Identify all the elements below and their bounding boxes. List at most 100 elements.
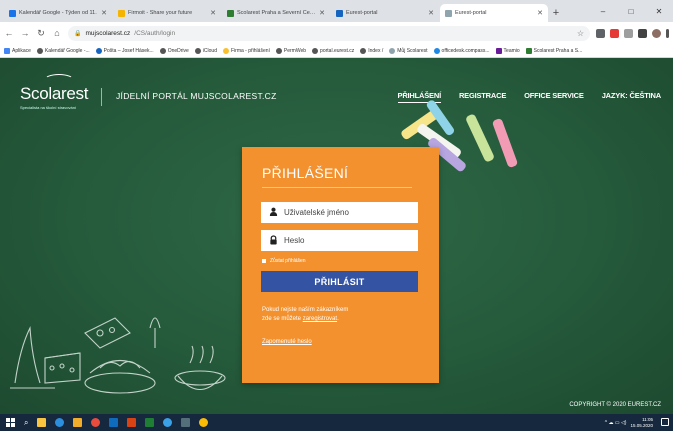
windows-start-icon[interactable] <box>6 418 15 427</box>
bookmark-item[interactable]: Index / <box>360 47 383 54</box>
header-divider <box>101 88 102 106</box>
browser-tab-2[interactable]: Scolarest Praha a Severní Čechy ✕ <box>222 4 330 22</box>
registration-info: Pokud nejste naším zákazníkem zde se můž… <box>262 306 419 324</box>
logo-swirl-icon <box>44 74 74 86</box>
close-tab-icon[interactable]: ✕ <box>210 9 216 17</box>
search-icon[interactable]: ⌕ <box>24 418 28 428</box>
globe-icon <box>275 47 282 54</box>
bookmark-item[interactable]: Scolarest Praha a S... <box>525 47 582 54</box>
close-tab-icon[interactable]: ✕ <box>101 9 107 17</box>
remember-me[interactable]: Zůstat přihlášen <box>262 258 419 264</box>
bookmark-item[interactable]: Aplikace <box>4 47 31 54</box>
star-icon[interactable]: ☆ <box>577 29 584 38</box>
bookmark-item[interactable]: Kalendář Google -... <box>36 47 90 54</box>
clock-date: 15.05.2020 <box>630 422 653 428</box>
notifications-icon[interactable] <box>661 418 669 426</box>
login-panel: PŘIHLÁŠENÍ Zůstat přihlášen PŘIHLÁSIT Po… <box>242 147 439 383</box>
extension-icon[interactable] <box>610 28 619 38</box>
window-controls: – □ ✕ <box>589 0 673 22</box>
bulb-icon <box>223 47 229 54</box>
bookmark-item[interactable]: Můj Scolarest <box>389 47 428 54</box>
bookmark-item[interactable]: portal.eurest.cz <box>312 47 354 54</box>
new-tab-button[interactable]: + <box>549 4 563 22</box>
maximize-button[interactable]: □ <box>617 0 645 22</box>
home-icon[interactable]: ⌂ <box>52 28 62 38</box>
bookmark-item[interactable]: OneDrive <box>159 47 189 54</box>
close-tab-icon[interactable]: ✕ <box>537 9 543 17</box>
password-input[interactable] <box>284 236 414 245</box>
extension-icon[interactable] <box>638 28 647 38</box>
extension-icon[interactable] <box>624 28 633 38</box>
close-window-button[interactable]: ✕ <box>645 0 673 22</box>
ie-icon[interactable] <box>163 418 173 427</box>
apps-icon <box>4 47 10 54</box>
remember-label: Zůstat přihlášen <box>270 258 306 264</box>
file-explorer-icon[interactable] <box>37 418 47 427</box>
login-button[interactable]: PŘIHLÁSIT <box>261 271 418 292</box>
nav-language[interactable]: JAZYK: ČEŠTINA <box>602 91 661 103</box>
browser-tab-bar: Kalendář Google - Týden od 11. ✕ Firmoit … <box>0 0 673 22</box>
windows-taskbar: ⌕ ^ ☁ ▭ ◁) 11:05 15.05.2020 <box>0 414 673 431</box>
register-link[interactable]: zaregistrovat <box>303 316 337 322</box>
profile-avatar[interactable] <box>652 28 661 38</box>
mail-icon <box>95 47 102 54</box>
chalk-food-illustration <box>10 317 226 394</box>
browser-tab-3[interactable]: Eurest-portal ✕ <box>331 4 439 22</box>
edge-icon[interactable] <box>55 418 65 427</box>
bookmark-item[interactable]: PermWeb <box>275 47 306 54</box>
outlook-icon[interactable] <box>109 418 119 427</box>
url-host: mujscolarest.cz <box>85 29 131 37</box>
scolarest-logo[interactable]: Scolarest Specialista na školní stravová… <box>20 74 88 110</box>
url-field[interactable]: 🔒 mujscolarest.cz/CS/auth/login ☆ <box>68 25 590 41</box>
forgot-password-link[interactable]: Zapomenuté heslo <box>262 339 419 345</box>
app-icon[interactable] <box>145 418 155 427</box>
favicon-icon <box>118 9 125 17</box>
favicon-icon <box>445 9 452 17</box>
lock-icon <box>268 234 278 247</box>
chrome-icon[interactable] <box>199 418 209 427</box>
tab-title: Eurest-portal <box>346 10 378 16</box>
back-arrow-icon[interactable]: ← <box>4 28 14 38</box>
url-path: /CS/auth/login <box>134 29 176 37</box>
menu-dots-icon[interactable] <box>666 28 669 38</box>
app-icon[interactable] <box>181 418 191 427</box>
app-icon[interactable] <box>91 418 101 427</box>
favicon-icon <box>227 9 234 17</box>
title-underline <box>262 187 412 188</box>
app-icon[interactable] <box>127 418 137 427</box>
username-field[interactable] <box>261 202 418 223</box>
browser-tab-0[interactable]: Kalendář Google - Týden od 11. ✕ <box>4 4 112 22</box>
bookmark-item[interactable]: Pošta – Josef Hásek... <box>95 47 154 54</box>
reload-icon[interactable]: ↻ <box>36 28 46 39</box>
bookmark-item[interactable]: officedesk.compass... <box>433 47 490 54</box>
bookmark-item[interactable]: Firma - přihlášení <box>223 47 270 54</box>
bookmark-item[interactable]: Teamio <box>495 47 520 54</box>
lock-icon: 🔒 <box>74 30 82 37</box>
portal-title: JÍDELNÍ PORTÁL MUJSCOLAREST.CZ <box>116 91 277 101</box>
browser-tab-4[interactable]: Eurest-portal ✕ <box>440 4 548 22</box>
bookmark-item[interactable]: iCloud <box>194 47 217 54</box>
favicon-icon <box>336 9 343 17</box>
system-tray: ^ ☁ ▭ ◁) 11:05 15.05.2020 <box>605 414 653 431</box>
teamio-icon <box>495 47 502 54</box>
favicon-icon <box>9 9 16 17</box>
scolarest-icon <box>525 47 532 54</box>
minimize-button[interactable]: – <box>589 0 617 22</box>
close-tab-icon[interactable]: ✕ <box>428 9 434 17</box>
tray-icons[interactable]: ^ ☁ ▭ ◁) <box>605 420 627 426</box>
forward-arrow-icon[interactable]: → <box>20 28 30 38</box>
browser-tab-1[interactable]: Firmoit - Share your future ✕ <box>113 4 221 22</box>
logo-tagline: Specialista na školní stravování <box>20 105 77 110</box>
globe-icon <box>36 47 43 54</box>
extension-icon[interactable] <box>596 28 605 38</box>
app-icon[interactable] <box>73 418 83 427</box>
tab-title: Kalendář Google - Týden od 11. <box>19 10 97 16</box>
close-tab-icon[interactable]: ✕ <box>319 9 325 17</box>
remember-checkbox[interactable] <box>262 259 266 263</box>
office-icon <box>433 47 440 54</box>
globe-icon <box>159 47 166 54</box>
chalkboard-page: Scolarest Specialista na školní stravová… <box>0 58 673 414</box>
clock[interactable]: 11:05 15.05.2020 <box>630 417 653 428</box>
username-input[interactable] <box>284 208 414 217</box>
password-field[interactable] <box>261 230 418 251</box>
